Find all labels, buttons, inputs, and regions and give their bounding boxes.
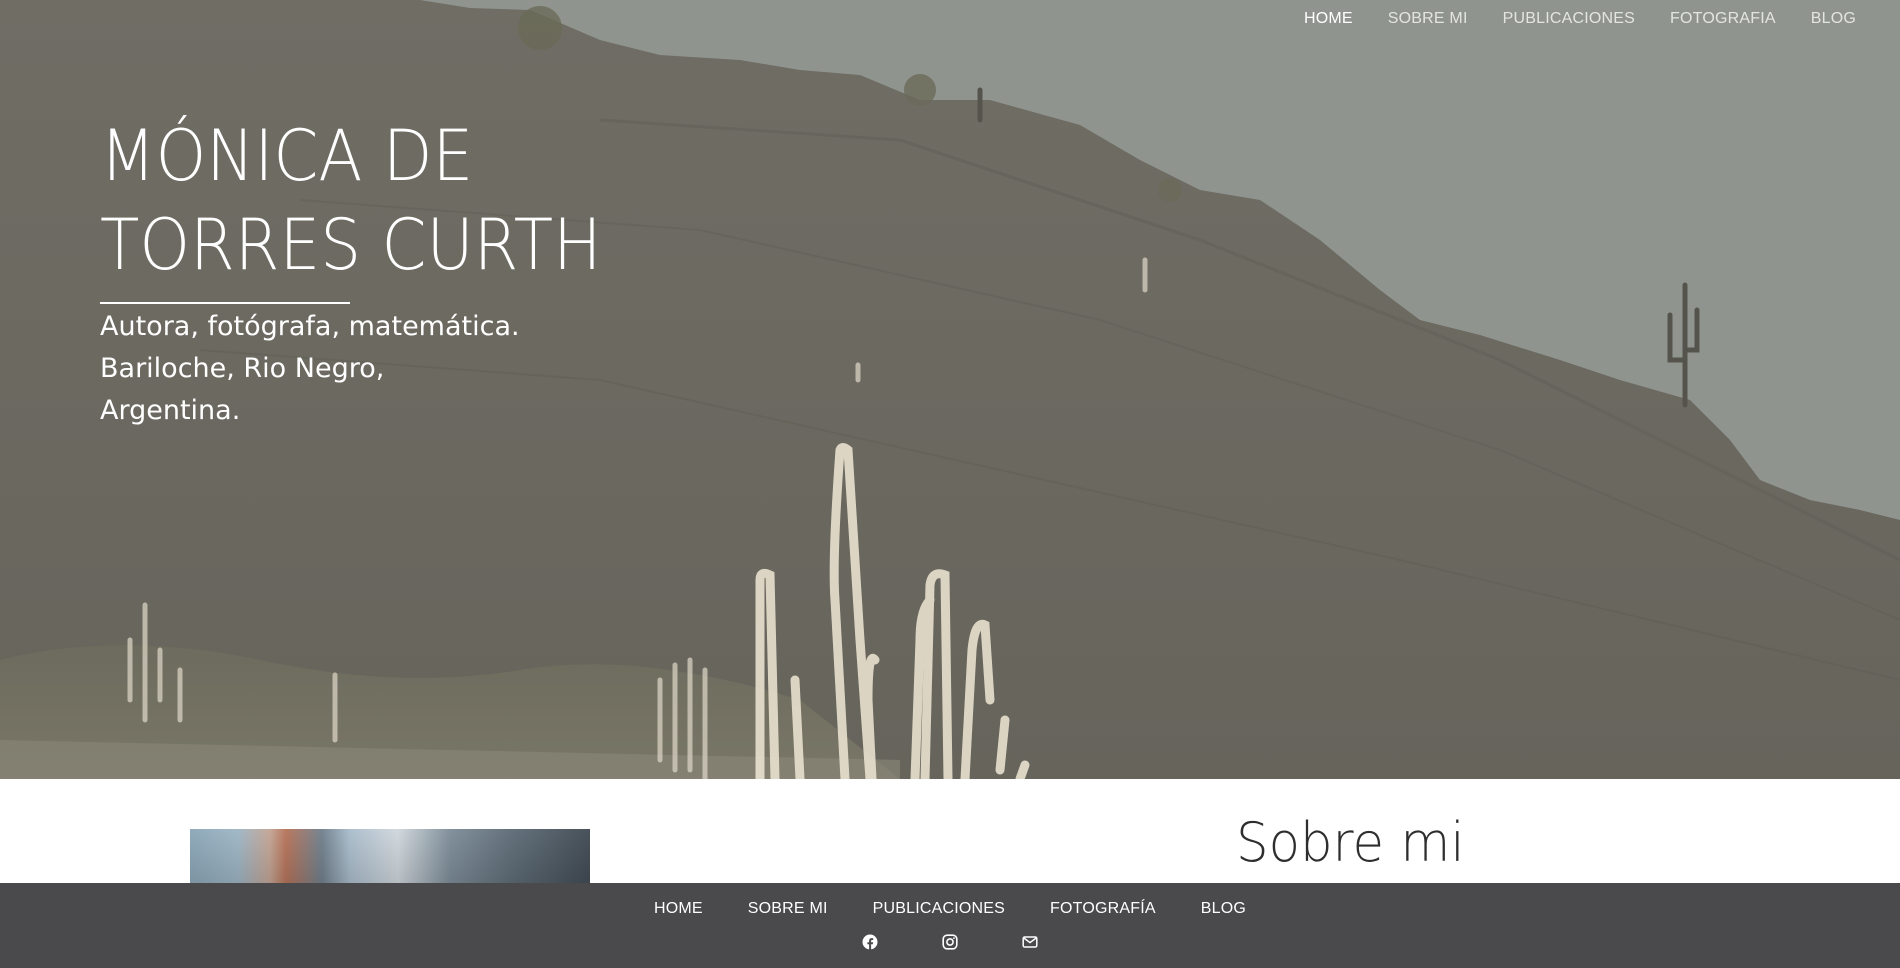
nav-publicaciones[interactable]: PUBLICACIONES: [1503, 8, 1635, 30]
facebook-icon[interactable]: [862, 934, 878, 950]
nav-fotografia[interactable]: FOTOGRAFIA: [1670, 8, 1776, 30]
profile-photo: [190, 829, 590, 889]
hero-subtitle-line-3: Argentina.: [100, 395, 241, 426]
footer-nav: HOME SOBRE MI PUBLICACIONES FOTOGRAFÍA B…: [0, 899, 1900, 919]
instagram-icon[interactable]: [942, 934, 958, 950]
hero-divider: [100, 302, 350, 304]
hero-subtitle-line-1: Autora, fotógrafa, matemática.: [100, 311, 520, 342]
nav-home[interactable]: HOME: [1304, 8, 1353, 30]
footer-nav-publicaciones[interactable]: PUBLICACIONES: [873, 899, 1005, 919]
nav-sobre-mi[interactable]: SOBRE MI: [1388, 8, 1468, 30]
nav-blog[interactable]: BLOG: [1811, 8, 1856, 30]
footer-nav-fotografia[interactable]: FOTOGRAFÍA: [1050, 899, 1156, 919]
footer-social-icons: [0, 934, 1900, 950]
profile-photo-shade: [190, 829, 590, 889]
about-section: Sobre mi: [0, 779, 1900, 889]
footer-bar: HOME SOBRE MI PUBLICACIONES FOTOGRAFÍA B…: [0, 883, 1900, 968]
hero-title-line-1: MÓNICA DE: [100, 115, 474, 197]
top-nav: HOME SOBRE MI PUBLICACIONES FOTOGRAFIA B…: [1304, 8, 1856, 30]
hero-section: HOME SOBRE MI PUBLICACIONES FOTOGRAFIA B…: [0, 0, 1900, 779]
hero-title-line-2: TORRES CURTH: [100, 204, 602, 286]
about-title: Sobre mi: [1236, 811, 1465, 874]
footer-nav-home[interactable]: HOME: [654, 899, 703, 919]
hero-subtitle: Autora, fotógrafa, matemática. Bariloche…: [100, 306, 620, 432]
hero-subtitle-line-2: Bariloche, Rio Negro,: [100, 353, 385, 384]
footer-nav-sobre-mi[interactable]: SOBRE MI: [748, 899, 828, 919]
footer-nav-blog[interactable]: BLOG: [1201, 899, 1246, 919]
hero-title: MÓNICA DE TORRES CURTH: [100, 112, 670, 290]
email-icon[interactable]: [1022, 934, 1038, 950]
